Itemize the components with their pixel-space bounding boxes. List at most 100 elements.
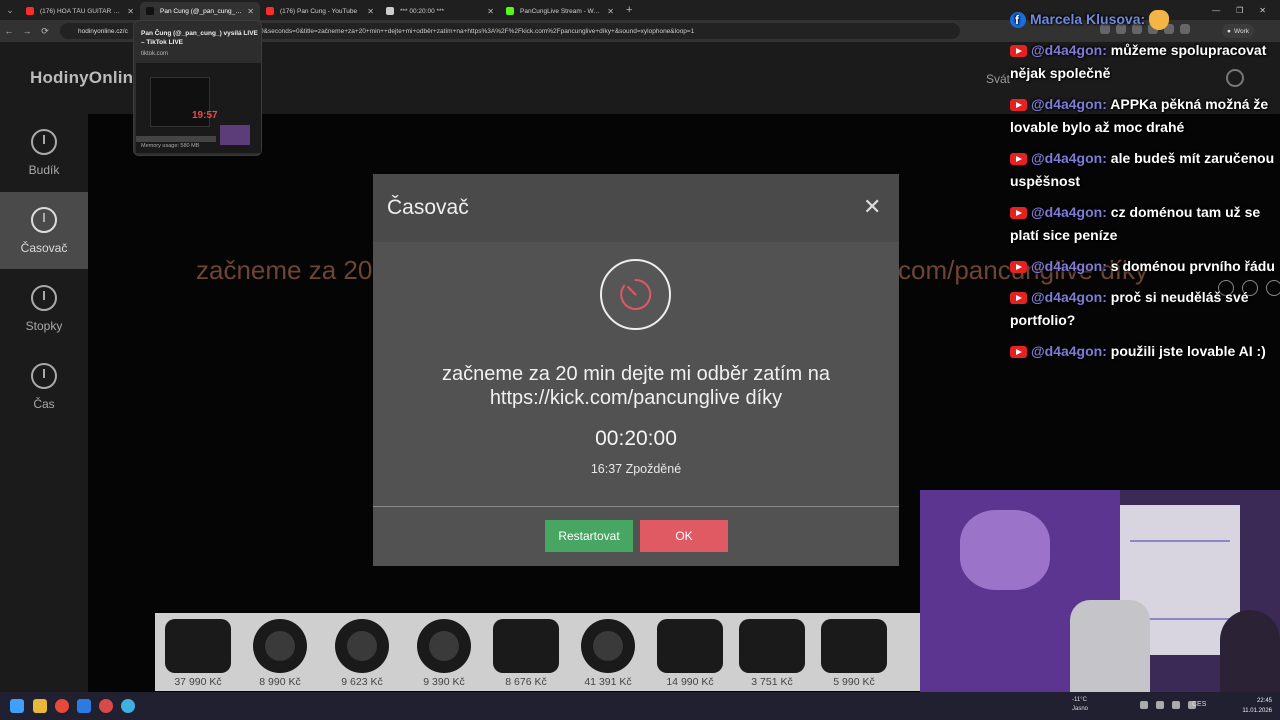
product-item[interactable]: 9 390 Kč bbox=[403, 613, 485, 691]
chat-message: @d4a4gon: s doménou prvního řádu bbox=[1010, 255, 1278, 278]
sidebar-item-label: Budík bbox=[28, 162, 60, 177]
product-price: 5 990 Kč bbox=[833, 676, 875, 688]
taskbar: -11°C Jasno CES 22:45 11.01.2026 bbox=[0, 692, 1280, 720]
cat-emoji-icon bbox=[1149, 10, 1170, 31]
tray-icon[interactable] bbox=[1156, 701, 1164, 709]
chat-text: s doménou prvního řádu bbox=[1110, 258, 1275, 274]
input-language[interactable]: CES bbox=[1192, 701, 1206, 708]
store-icon[interactable] bbox=[77, 699, 91, 713]
browser-tab[interactable]: Pan Čung (@_pan_cung_) vysílá ✕ bbox=[140, 2, 260, 20]
timer-icon bbox=[31, 206, 57, 233]
tab-close-icon[interactable]: ✕ bbox=[487, 7, 494, 16]
tab-list: (176) HÒA TẤU GUITAR HÀ ✕ Pan Čung (@_pan_… bbox=[20, 0, 620, 20]
product-item[interactable]: 8 990 Kč bbox=[239, 613, 321, 691]
chat-message: Marcela Klusova: bbox=[1010, 8, 1278, 31]
file-explorer-icon[interactable] bbox=[33, 699, 47, 713]
chat-message: @d4a4gon: použili jste lovable AI :) bbox=[1010, 340, 1278, 363]
taskbar-clock[interactable]: 22:45 11.01.2026 bbox=[1240, 696, 1272, 716]
start-icon[interactable] bbox=[10, 699, 24, 713]
dialog-header: Časovač ✕ bbox=[373, 174, 899, 242]
header-link[interactable]: Svát bbox=[986, 72, 1010, 86]
product-item[interactable]: 9 623 Kč bbox=[321, 613, 403, 691]
tab-close-icon[interactable]: ✕ bbox=[367, 7, 374, 16]
restart-button[interactable]: Restartovat bbox=[545, 520, 633, 552]
product-item[interactable]: 37 990 Kč bbox=[157, 613, 239, 691]
webcam-feed bbox=[920, 490, 1280, 692]
weather-desc: Jasno bbox=[1072, 706, 1089, 712]
browser-tab[interactable]: (176) Pan Čung - YouTube ✕ bbox=[260, 2, 380, 20]
back-icon[interactable]: ← bbox=[0, 26, 18, 36]
chat-username: @d4a4gon: bbox=[1031, 150, 1107, 166]
tab-favicon-icon bbox=[506, 7, 514, 15]
product-image bbox=[821, 619, 887, 673]
tab-title: (176) HÒA TẤU GUITAR HÀ bbox=[40, 7, 122, 15]
hover-card-thumbnail: 19:57 bbox=[136, 63, 261, 153]
browser-tab[interactable]: PanCungLive Stream - Watch Li ✕ bbox=[500, 2, 620, 20]
reload-icon[interactable]: ⟳ bbox=[36, 26, 54, 37]
product-image bbox=[581, 619, 635, 673]
youtube-icon bbox=[1010, 346, 1027, 359]
close-icon[interactable]: ✕ bbox=[863, 194, 881, 220]
site-logo[interactable]: HodinyOnline bbox=[30, 68, 143, 88]
weather-widget[interactable]: -11°C Jasno bbox=[1072, 696, 1088, 714]
product-image bbox=[335, 619, 389, 673]
product-price: 3 751 Kč bbox=[751, 676, 793, 688]
dialog-title: Časovač bbox=[387, 196, 469, 219]
product-item[interactable]: 41 391 Kč bbox=[567, 613, 649, 691]
clock-date: 11.01.2026 bbox=[1242, 708, 1272, 714]
tray-icon[interactable] bbox=[1140, 701, 1148, 709]
youtube-icon bbox=[1010, 292, 1027, 305]
chat-username: @d4a4gon: bbox=[1031, 96, 1107, 112]
sidebar-item[interactable]: Budík bbox=[0, 114, 88, 191]
chat-username: @d4a4gon: bbox=[1031, 42, 1107, 58]
product-item[interactable]: 14 990 Kč bbox=[649, 613, 731, 691]
tab-favicon-icon bbox=[386, 7, 394, 15]
tab-title: *** 00:20:00 *** bbox=[400, 7, 445, 15]
product-image bbox=[165, 619, 231, 673]
product-image bbox=[417, 619, 471, 673]
forward-icon[interactable]: → bbox=[18, 26, 36, 36]
sidebar-item[interactable]: Stopky bbox=[0, 270, 88, 347]
chrome-profile-icon[interactable] bbox=[99, 699, 113, 713]
product-image bbox=[657, 619, 723, 673]
tab-close-icon[interactable]: ✕ bbox=[127, 7, 134, 16]
new-tab-button[interactable]: + bbox=[620, 4, 638, 16]
hover-card-domain: tiktok.com bbox=[141, 51, 169, 57]
chat-username: @d4a4gon: bbox=[1031, 343, 1107, 359]
browser-tab[interactable]: *** 00:20:00 *** ✕ bbox=[380, 2, 500, 20]
tab-favicon-icon bbox=[266, 7, 274, 15]
chat-message: @d4a4gon: ale budeš mít zaručenou uspěšn… bbox=[1010, 147, 1278, 193]
ok-button[interactable]: OK bbox=[640, 520, 728, 552]
tab-title: (176) Pan Čung - YouTube bbox=[280, 7, 358, 15]
clock-time: 22:45 bbox=[1256, 698, 1272, 704]
product-item[interactable]: 5 990 Kč bbox=[813, 613, 895, 691]
product-item[interactable]: 3 751 Kč bbox=[731, 613, 813, 691]
sidebar-item[interactable]: Čas bbox=[0, 348, 88, 425]
chat-message: @d4a4gon: proč si neuděláš své portfolio… bbox=[1010, 286, 1278, 332]
sidebar: Budík Časovač Stopky Čas bbox=[0, 114, 88, 692]
edge-icon[interactable] bbox=[121, 699, 135, 713]
system-tray bbox=[1140, 701, 1196, 709]
youtube-icon bbox=[1010, 99, 1027, 112]
tray-icon[interactable] bbox=[1172, 701, 1180, 709]
chat-username: @d4a4gon: bbox=[1031, 289, 1107, 305]
tab-search-icon[interactable]: ⌄ bbox=[0, 0, 20, 20]
url-query: 0&seconds=0&title=začneme+za+20+min++dej… bbox=[260, 27, 695, 35]
browser-tab[interactable]: (176) HÒA TẤU GUITAR HÀ ✕ bbox=[20, 2, 140, 20]
url-host: hodinyonline.cz/c bbox=[78, 27, 128, 35]
sidebar-item-label: Stopky bbox=[25, 318, 63, 333]
sidebar-item[interactable]: Časovač bbox=[0, 192, 88, 269]
timer-dialog: Časovač ✕ začneme za 20 min dejte mi odb… bbox=[373, 174, 899, 566]
tab-favicon-icon bbox=[26, 7, 34, 15]
thumbnail-clock: 19:57 bbox=[192, 110, 218, 121]
timer-message: začneme za 20 min dejte mi odběr zatím n… bbox=[442, 363, 830, 409]
youtube-icon bbox=[1010, 45, 1027, 58]
stream-chat-overlay: Marcela Klusova: @d4a4gon: můžeme spolup… bbox=[1010, 8, 1278, 371]
product-item[interactable]: 8 676 Kč bbox=[485, 613, 567, 691]
tab-close-icon[interactable]: ✕ bbox=[607, 7, 614, 16]
chrome-icon[interactable] bbox=[55, 699, 69, 713]
thumbnail-webcam bbox=[220, 125, 250, 145]
tab-favicon-icon bbox=[146, 7, 154, 15]
tab-close-icon[interactable]: ✕ bbox=[247, 7, 254, 16]
product-price: 8 676 Kč bbox=[505, 676, 547, 688]
